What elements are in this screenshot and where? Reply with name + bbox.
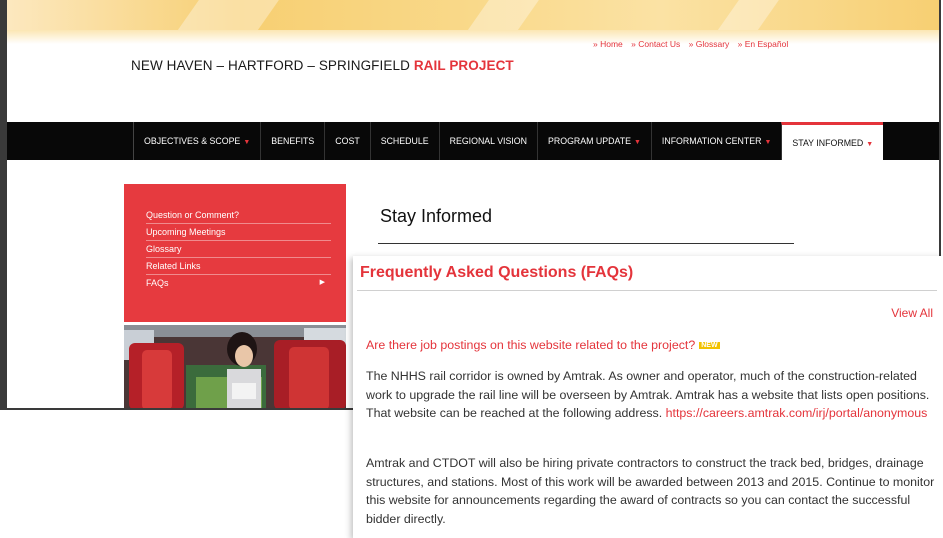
faq-panel: Frequently Asked Questions (FAQs) View A… <box>353 256 943 538</box>
faq-title: Frequently Asked Questions (FAQs) <box>360 264 634 281</box>
util-link-home[interactable]: » Home <box>593 39 623 49</box>
util-link-glossary[interactable]: » Glossary <box>689 39 730 49</box>
caret-down-icon: ▼ <box>633 139 641 146</box>
view-all-link[interactable]: View All <box>891 306 933 320</box>
caret-down-icon: ▼ <box>866 141 874 148</box>
frame-left-border <box>0 0 7 408</box>
nav-item-program-update[interactable]: PROGRAM UPDATE ▼ <box>537 122 651 160</box>
nav-item-objectives[interactable]: OBJECTIVES & SCOPE ▼ <box>133 122 260 160</box>
sidebar-photo <box>124 325 346 408</box>
sidebar-item-meetings[interactable]: Upcoming Meetings <box>146 224 331 241</box>
faq-question-link[interactable]: Are there job postings on this website r… <box>366 338 720 352</box>
site-title-accent: RAIL PROJECT <box>413 58 514 73</box>
utility-links: » Home » Contact Us » Glossary » En Espa… <box>593 39 794 49</box>
util-link-contact[interactable]: » Contact Us <box>631 39 680 49</box>
header-banner <box>7 0 939 34</box>
sidebar-item-related-links[interactable]: Related Links <box>146 258 331 275</box>
site-title-main: NEW HAVEN – HARTFORD – SPRINGFIELD <box>131 58 410 73</box>
nav-item-regional-vision[interactable]: REGIONAL VISION <box>438 122 537 160</box>
sidebar-item-faqs[interactable]: FAQs ▶ <box>146 275 331 291</box>
faq-answer-2: Amtrak and CTDOT will also be hiring pri… <box>366 456 935 526</box>
faq-divider <box>357 290 937 291</box>
caret-down-icon: ▼ <box>764 139 772 146</box>
caret-down-icon: ▼ <box>243 139 251 146</box>
header-fade <box>7 30 939 44</box>
faq-answer-1: The NHHS rail corridor is owned by Amtra… <box>366 367 936 423</box>
sidebar-item-question[interactable]: Question or Comment? <box>146 207 331 224</box>
title-divider <box>378 243 794 244</box>
nav-item-benefits[interactable]: BENEFITS <box>260 122 324 160</box>
page-title: Stay Informed <box>380 206 493 226</box>
sidebar-menu: Question or Comment? Upcoming Meetings G… <box>124 184 346 322</box>
nav-item-cost[interactable]: COST <box>324 122 369 160</box>
site-title[interactable]: NEW HAVEN – HARTFORD – SPRINGFIELD RAIL … <box>131 58 514 73</box>
nav-item-schedule[interactable]: SCHEDULE <box>369 122 439 160</box>
chevron-right-icon: ▶ <box>319 279 325 286</box>
sidebar-item-glossary[interactable]: Glossary <box>146 241 331 258</box>
nav-item-information-center[interactable]: INFORMATION CENTER ▼ <box>650 122 781 160</box>
nav-item-stay-informed[interactable]: STAY INFORMED ▼ <box>781 122 884 160</box>
new-badge: NEW <box>699 342 720 349</box>
faq-question-text: Are there job postings on this website r… <box>366 338 696 352</box>
util-link-espanol[interactable]: » En Español <box>738 39 789 49</box>
amtrak-careers-link[interactable]: https://careers.amtrak.com/irj/portal/an… <box>666 406 928 420</box>
main-nav: OBJECTIVES & SCOPE ▼ BENEFITS COST SCHEDU… <box>7 122 939 160</box>
